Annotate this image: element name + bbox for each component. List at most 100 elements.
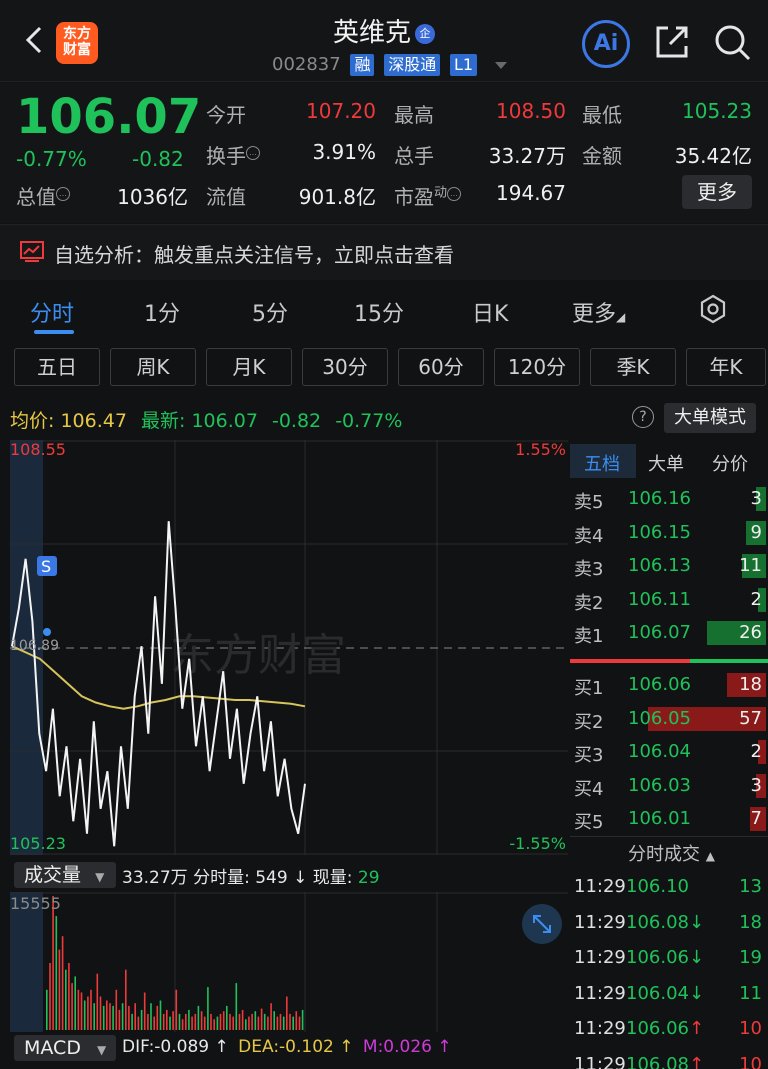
- volume-bar: [118, 1009, 121, 1030]
- period-month[interactable]: 月K: [206, 348, 292, 386]
- ticks-title[interactable]: 分时成交 ▲: [628, 840, 715, 866]
- volume-bar: [102, 1005, 105, 1030]
- volume-bar: [263, 1013, 266, 1030]
- volume-bar: [106, 1000, 108, 1030]
- sell-row[interactable]: 卖2 106.11 2: [570, 585, 766, 618]
- volume-bar: [276, 1016, 279, 1030]
- volume-bar: [260, 1008, 263, 1030]
- buy-sell-ratio-red: [570, 659, 690, 663]
- float-label: 流值: [206, 185, 246, 209]
- volume-bar: [273, 1011, 275, 1030]
- share-icon[interactable]: [652, 22, 692, 62]
- tick-volume: 18: [739, 911, 762, 933]
- tick-volume: 10: [739, 1018, 762, 1039]
- book-tab-price-dist[interactable]: 分价: [712, 450, 748, 476]
- volume-bar: [232, 1016, 234, 1030]
- volume-bar: [200, 1011, 203, 1030]
- buy-price: 106.05: [628, 707, 691, 729]
- intraday-chart[interactable]: 东方财富 S 108.55 105.23 1.55% -1.55% 106.89: [10, 440, 568, 855]
- volume-bar: [257, 1016, 260, 1030]
- expand-icon[interactable]: [522, 904, 562, 944]
- volume-bar: [115, 989, 118, 1030]
- ai-button[interactable]: Ai: [582, 20, 630, 68]
- tab-more[interactable]: 更多◢: [572, 296, 625, 328]
- period-120min[interactable]: 120分: [494, 348, 580, 386]
- volume-bar: [222, 1011, 225, 1030]
- gear-icon[interactable]: [698, 294, 728, 324]
- tab-intraday[interactable]: 分时: [30, 296, 74, 328]
- sell-row[interactable]: 卖1 106.07 26: [570, 618, 766, 651]
- info-icon[interactable]: …: [447, 187, 462, 202]
- volume-bar: [58, 949, 61, 1030]
- sell-volume: 26: [739, 622, 762, 643]
- chevron-down-icon[interactable]: [494, 61, 507, 69]
- tab-15min[interactable]: 15分: [354, 296, 404, 328]
- volume-bar: [153, 1016, 155, 1030]
- mktcap-label[interactable]: 总值…: [16, 181, 70, 210]
- volume-bar: [270, 1003, 272, 1030]
- buy-row[interactable]: 买3 106.04 2: [570, 737, 766, 770]
- pe-value: 194.67: [496, 181, 566, 205]
- search-icon[interactable]: [712, 22, 752, 62]
- tick-time: 11:29: [574, 911, 626, 933]
- sell-price: 106.16: [628, 488, 691, 509]
- tick-row: 11:29 106.08↓ 18: [570, 908, 766, 941]
- change-pct: -0.77%: [16, 147, 87, 171]
- period-year[interactable]: 年K: [686, 348, 766, 386]
- header-bar: 东方 财富 英维克企 002837 融 深股通 L1 Ai: [0, 0, 768, 82]
- sell-row[interactable]: 卖3 106.13 11: [570, 551, 766, 584]
- volume-bar: [188, 1009, 190, 1030]
- volume-bar: [169, 1016, 171, 1030]
- book-tab-big-order[interactable]: 大单: [648, 450, 684, 476]
- info-icon[interactable]: …: [56, 187, 70, 202]
- period-30min[interactable]: 30分: [302, 348, 388, 386]
- more-button[interactable]: 更多: [682, 175, 752, 209]
- volume-bar: [68, 963, 70, 1030]
- level-badge: L1: [449, 54, 478, 76]
- tab-daily-k[interactable]: 日K: [472, 296, 508, 328]
- buy-row[interactable]: 买2 106.05 57: [570, 704, 766, 737]
- stock-code-row[interactable]: 002837 融 深股通 L1: [272, 54, 507, 76]
- volume-bar: [295, 1011, 298, 1030]
- volume-bar: [140, 1009, 143, 1030]
- sell-volume: 9: [750, 521, 762, 543]
- info-icon[interactable]: …: [246, 146, 260, 161]
- signal-marker-label: S: [41, 557, 51, 576]
- buy-row[interactable]: 买1 106.06 18: [570, 670, 766, 703]
- big-order-mode-button[interactable]: 大单模式: [664, 403, 756, 433]
- pe-label[interactable]: 市盈动…: [394, 181, 462, 210]
- volume-selector[interactable]: 成交量 ▼: [14, 862, 116, 888]
- tick-row: 11:29 106.06↓ 19: [570, 943, 766, 976]
- buy-row[interactable]: 买5 106.01 7: [570, 804, 766, 837]
- divider: [570, 836, 768, 837]
- volume-bar: [219, 1013, 222, 1030]
- tab-1min[interactable]: 1分: [144, 296, 180, 328]
- tick-time: 11:29: [574, 947, 626, 968]
- sell-row[interactable]: 卖5 106.16 3: [570, 484, 766, 517]
- quote-panel: 106.07 -0.77% -0.82 总值… 1036亿 今开 107.20 …: [0, 83, 768, 223]
- sell-row[interactable]: 卖4 106.15 9: [570, 518, 766, 551]
- volume-bar: [52, 896, 54, 1030]
- volume-bar: [197, 1005, 200, 1030]
- tab-5min[interactable]: 5分: [252, 296, 288, 328]
- turnover-label[interactable]: 换手…: [206, 140, 260, 169]
- macd-selector[interactable]: MACD ▼: [14, 1035, 116, 1061]
- sell-price: 106.07: [628, 622, 691, 643]
- period-season[interactable]: 季K: [590, 348, 676, 386]
- analysis-alert[interactable]: 自选分析：触发重点关注信号，立即点击查看: [0, 224, 768, 280]
- tick-price: 106.10: [626, 876, 689, 897]
- period-5day[interactable]: 五日: [14, 348, 100, 386]
- buy-volume: 2: [750, 741, 762, 762]
- volume-bar: [147, 1013, 149, 1030]
- period-60min[interactable]: 60分: [398, 348, 484, 386]
- volume-bar: [65, 969, 67, 1030]
- help-icon[interactable]: ?: [632, 406, 654, 428]
- volume-bar: [289, 1013, 291, 1030]
- stock-name: 英维克: [332, 18, 411, 48]
- period-week[interactable]: 周K: [110, 348, 196, 386]
- intraday-chart-svg: 东方财富 S: [10, 440, 568, 855]
- volume-total: 33.27万: [122, 868, 188, 888]
- buy-row[interactable]: 买4 106.03 3: [570, 771, 766, 804]
- chart-top-right-label: 1.55%: [515, 440, 566, 459]
- book-tab-level5[interactable]: 五档: [584, 450, 620, 476]
